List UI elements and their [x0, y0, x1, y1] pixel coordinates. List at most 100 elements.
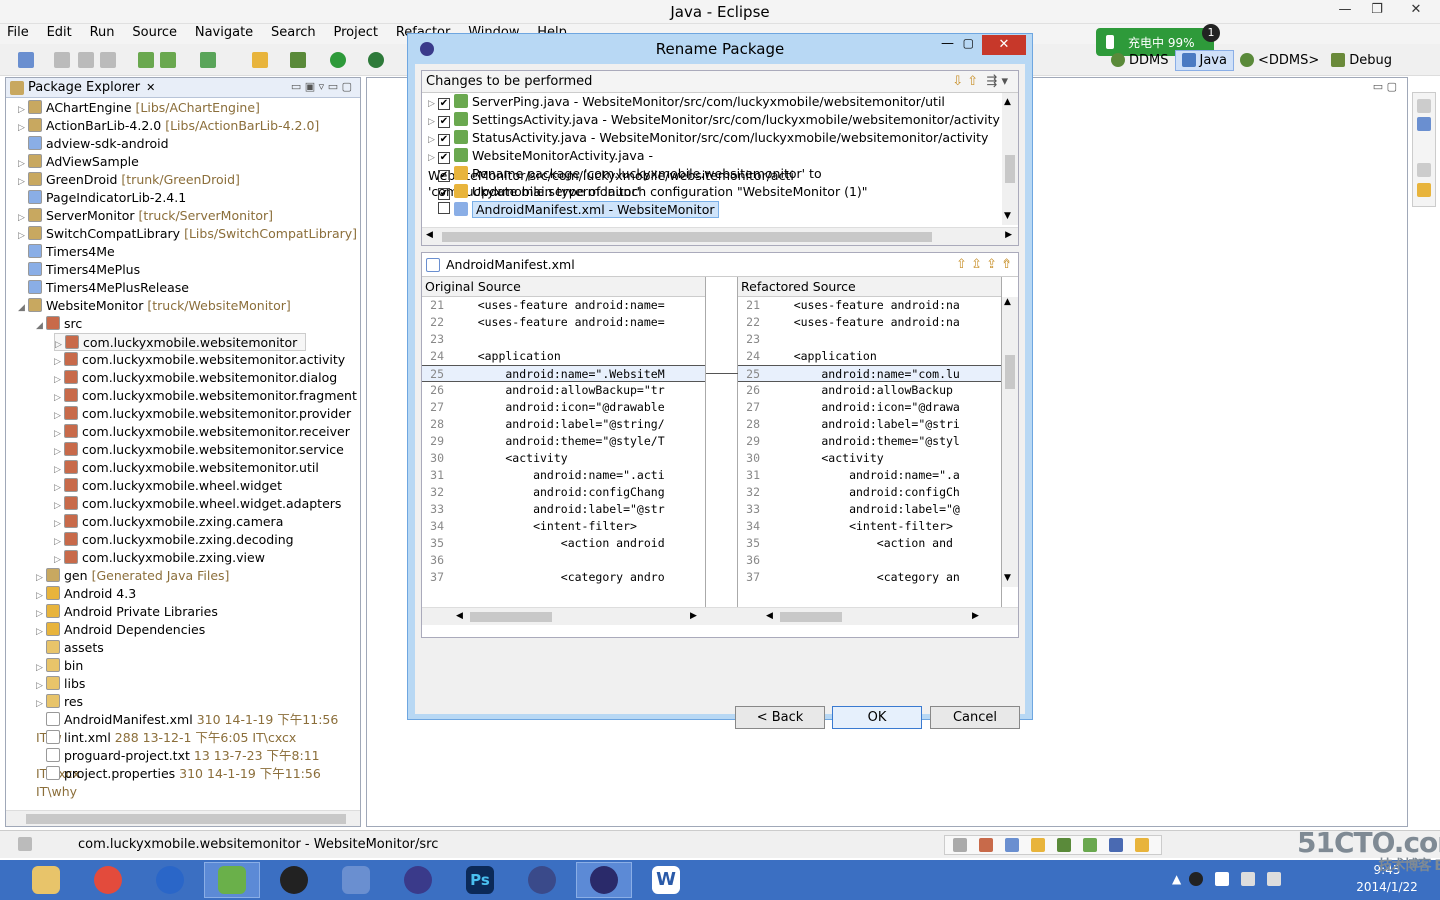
tree-item[interactable]: lint.xml 288 13-12-1 下午6:05 IT\cxcx — [36, 729, 296, 747]
taskbar-eclipse2[interactable] — [576, 862, 632, 898]
change-item[interactable]: ▷ ✔ SettingsActivity.java - WebsiteMonitor… — [428, 111, 1000, 129]
progress-icon[interactable] — [1135, 838, 1149, 852]
tree-item[interactable]: ▷ AdViewSample — [18, 153, 143, 171]
restore-icon[interactable] — [1417, 99, 1431, 113]
change-checkbox[interactable]: ✔ — [438, 152, 450, 164]
tree-item[interactable]: ▷ SwitchCompatLibrary [Libs/SwitchCompatLi… — [18, 225, 357, 243]
menu-source[interactable]: Source — [125, 24, 184, 40]
tree-item[interactable]: ▷ gen [Generated Java Files] — [36, 567, 229, 585]
save-icon[interactable] — [54, 52, 70, 68]
print-icon[interactable] — [100, 52, 116, 68]
new-java-icon[interactable] — [252, 52, 268, 68]
tree-item[interactable]: ▷ com.luckyxmobile.websitemonitor.dialog — [54, 369, 341, 387]
tree-item[interactable]: ▷ com.luckyxmobile.wheel.widget — [54, 477, 286, 495]
tree-item[interactable]: ▷ ActionBarLib-4.2.0 [Libs/ActionBarLib-4.… — [18, 117, 319, 135]
tray-expand-icon[interactable]: ▲ — [1172, 872, 1181, 886]
taskbar-app9[interactable] — [514, 862, 570, 898]
tree-item[interactable]: project.properties 310 14-1-19 下午11:56 IT… — [36, 765, 360, 799]
change-checkbox[interactable]: ✔ — [438, 170, 450, 182]
tree-item[interactable]: ▷ libs — [36, 675, 89, 693]
scroll-left-icon[interactable]: ◀ — [456, 611, 463, 621]
new-icon[interactable] — [18, 52, 34, 68]
outline-icon[interactable] — [1417, 117, 1431, 131]
tree-item[interactable]: adview-sdk-android — [18, 135, 173, 153]
cancel-button[interactable]: Cancel — [930, 706, 1020, 729]
change-item[interactable]: ▷ ✔ ServerPing.java - WebsiteMonitor/src/c… — [428, 93, 945, 111]
scroll-right-icon[interactable]: ▶ — [972, 611, 979, 621]
change-item[interactable]: ✔ Rename package 'com.luckyxmobile.websit… — [428, 165, 1002, 199]
maximize-button[interactable]: ❐ — [1362, 0, 1392, 20]
tree-item[interactable]: Timers4MePlusRelease — [18, 279, 193, 297]
change-item[interactable]: ▷ ✔ StatusActivity.java - WebsiteMonitor/s… — [428, 129, 988, 147]
menu-project[interactable]: Project — [327, 24, 385, 40]
close-view-icon[interactable]: ✕ — [146, 81, 155, 94]
scroll-up-icon[interactable]: ▲ — [1004, 97, 1011, 107]
editor-min-max-icon[interactable]: ▭ ▢ — [1373, 80, 1397, 93]
tree-item[interactable]: ▷ com.luckyxmobile.wheel.widget.adapters — [54, 495, 345, 513]
tree-item[interactable]: ▷ com.luckyxmobile.zxing.camera — [54, 513, 287, 531]
code-vscroll[interactable]: ▲ ▼ — [1002, 297, 1018, 587]
taskbar-sogou[interactable] — [142, 862, 198, 898]
run-icon[interactable] — [330, 52, 346, 68]
tree-item[interactable]: ▷ bin — [36, 657, 87, 675]
taskbar-explorer[interactable] — [18, 862, 74, 898]
change-checkbox[interactable]: ✔ — [438, 116, 450, 128]
tree-item[interactable]: ▷ com.luckyxmobile.zxing.view — [54, 549, 269, 567]
tree-item[interactable]: ▷ Android Dependencies — [36, 621, 209, 639]
restore-icon[interactable] — [953, 838, 967, 852]
taskbar-photoshop[interactable]: Ps — [452, 862, 508, 898]
next-change-icon[interactable]: ⇩ ⇧ ⇶ ▾ — [952, 71, 1008, 93]
perspective-ddms-alt[interactable]: <DDMS> — [1234, 51, 1325, 70]
tree-item[interactable]: Timers4Me — [18, 243, 119, 261]
change-item[interactable]: AndroidManifest.xml - WebsiteMonitor — [428, 201, 719, 219]
changes-hscroll[interactable]: ◀ ▶ — [422, 227, 1018, 245]
horizontal-scrollbar[interactable] — [6, 810, 360, 826]
devices-icon[interactable] — [1083, 838, 1097, 852]
change-checkbox[interactable] — [438, 202, 450, 214]
scroll-left-icon[interactable]: ◀ — [426, 230, 433, 240]
tree-item[interactable]: ▷ com.luckyxmobile.websitemonitor.receive… — [54, 423, 354, 441]
expand-arrow-icon[interactable]: ◢ — [36, 317, 46, 335]
menu-file[interactable]: File — [0, 24, 36, 40]
avd-manager-icon[interactable] — [160, 52, 176, 68]
tree-item[interactable]: assets — [36, 639, 108, 657]
dialog-maximize-button[interactable]: ▢ — [963, 36, 974, 50]
minimize-button[interactable]: — — [1330, 0, 1360, 20]
javadoc-icon[interactable] — [1005, 838, 1019, 852]
scroll-thumb[interactable] — [1005, 355, 1015, 389]
restore-icon[interactable] — [1417, 163, 1431, 177]
close-button[interactable]: ✕ — [1396, 0, 1436, 20]
scroll-left-icon[interactable]: ◀ — [766, 611, 773, 621]
tree-item[interactable]: ▷ Android Private Libraries — [36, 603, 222, 621]
scroll-up-icon[interactable]: ▲ — [1004, 297, 1011, 307]
tree-item[interactable]: ▷ com.luckyxmobile.zxing.decoding — [54, 531, 298, 549]
scroll-right-icon[interactable]: ▶ — [690, 611, 697, 621]
network-icon[interactable] — [1241, 872, 1256, 886]
back-button[interactable]: < Back — [735, 706, 825, 729]
scroll-down-icon[interactable]: ▼ — [1004, 211, 1011, 221]
tree-item[interactable]: ▷ res — [36, 693, 87, 711]
task-icon[interactable] — [1417, 183, 1431, 197]
perspective-java[interactable]: Java — [1174, 49, 1234, 71]
qq-tray-icon[interactable] — [1189, 872, 1204, 886]
change-item[interactable]: ✔ Update main type of launch configuratio… — [428, 183, 868, 201]
tree-item[interactable]: Timers4MePlus — [18, 261, 144, 279]
menu-edit[interactable]: Edit — [40, 24, 79, 40]
taskbar-qq[interactable] — [266, 862, 322, 898]
taskbar-word[interactable]: W — [638, 862, 694, 898]
tree-item[interactable]: ◢ src — [36, 315, 86, 333]
change-checkbox[interactable]: ✔ — [438, 134, 450, 146]
scroll-thumb[interactable] — [470, 612, 552, 622]
changes-vscroll[interactable]: ▲ ▼ — [1002, 93, 1018, 225]
scroll-thumb[interactable] — [1005, 155, 1015, 183]
change-checkbox[interactable]: ✔ — [438, 188, 450, 200]
menu-navigate[interactable]: Navigate — [188, 24, 260, 40]
console-icon[interactable] — [1109, 838, 1123, 852]
ok-button[interactable]: OK — [832, 706, 922, 729]
taskbar-eclipse1[interactable] — [390, 862, 446, 898]
declaration-icon[interactable] — [1031, 838, 1045, 852]
debug-icon[interactable] — [290, 52, 306, 68]
scroll-down-icon[interactable]: ▼ — [1004, 573, 1011, 583]
code-hscroll[interactable]: ◀ ▶ ◀ ▶ — [422, 607, 1018, 625]
logcat-icon[interactable] — [1057, 838, 1071, 852]
